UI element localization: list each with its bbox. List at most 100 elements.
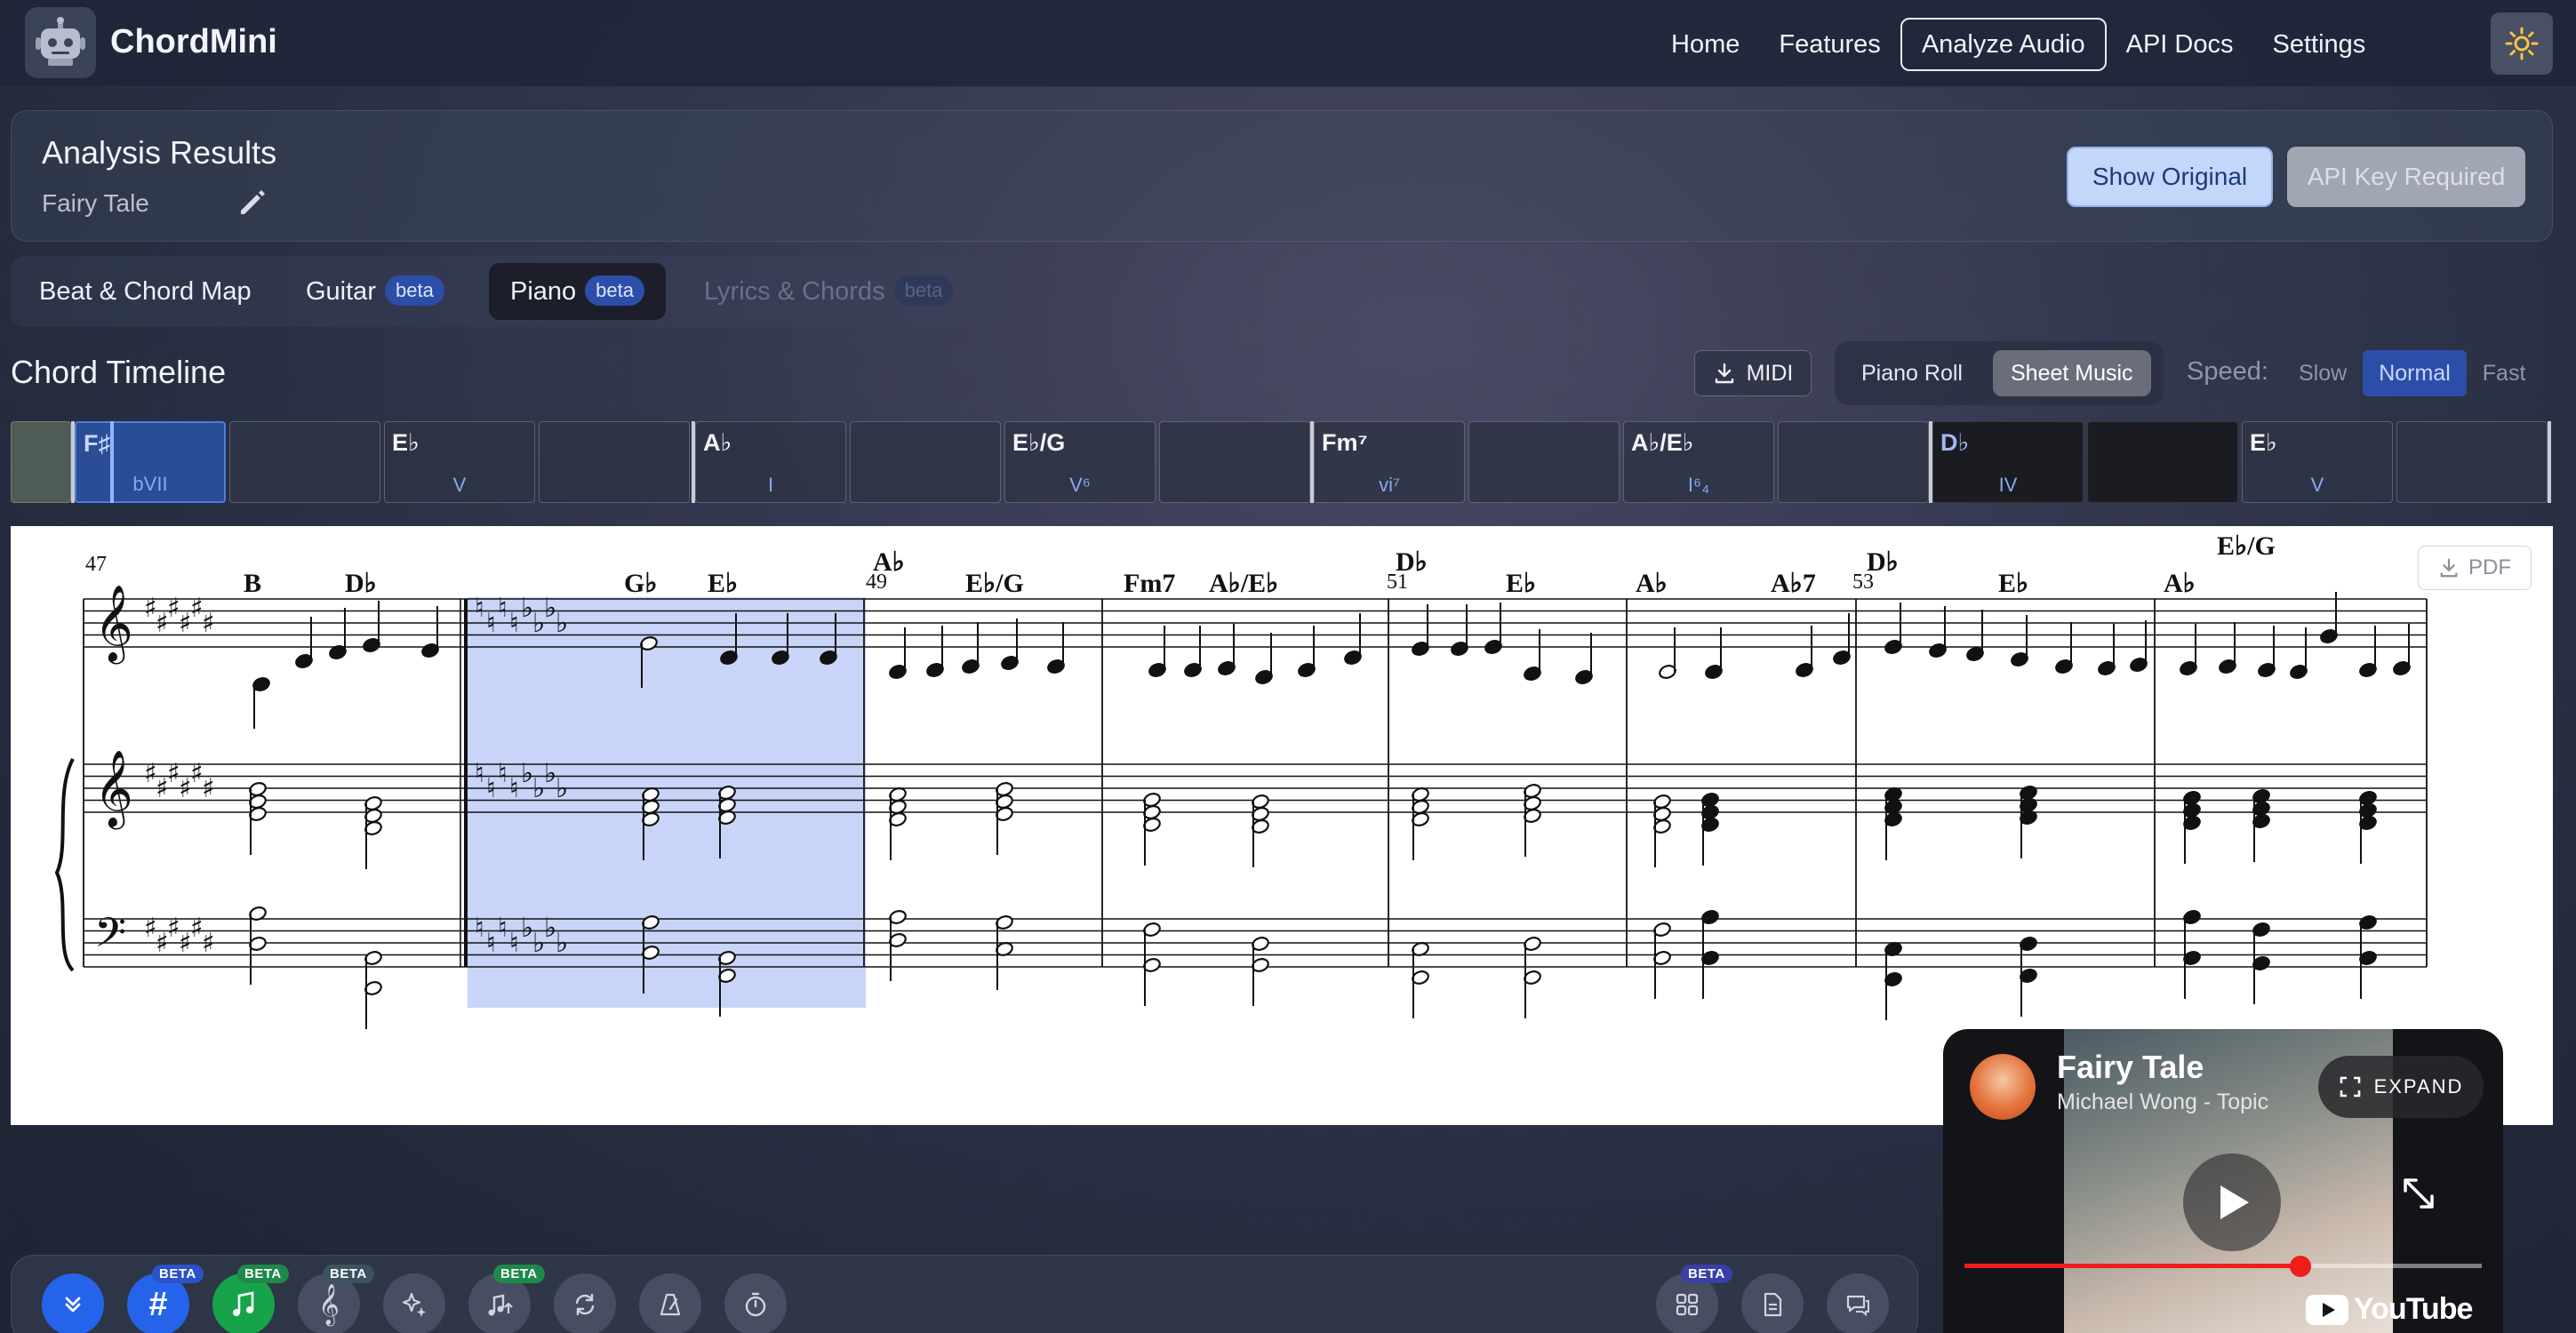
- chord-cell[interactable]: [1778, 421, 1929, 503]
- download-icon: [2440, 558, 2458, 578]
- app-name[interactable]: ChordMini: [110, 23, 277, 61]
- chord-cell[interactable]: E♭ V: [384, 421, 535, 503]
- chord-cell[interactable]: [1468, 421, 1620, 503]
- tab-beat-chord-map[interactable]: Beat & Chord Map: [18, 263, 273, 320]
- roman-numeral: I⁶₄: [1687, 474, 1710, 496]
- roman-numeral: I: [767, 474, 774, 496]
- pencil-icon[interactable]: [234, 184, 269, 220]
- chord-symbol: D♭: [1396, 547, 1428, 577]
- roman-numeral: V: [452, 474, 467, 496]
- expand-button[interactable]: EXPAND: [2318, 1056, 2484, 1118]
- chord-cell[interactable]: D♭ IV: [1932, 421, 2084, 503]
- chord-cell-current[interactable]: F♯ bVII: [75, 421, 226, 503]
- chord-cell[interactable]: [229, 421, 380, 503]
- chord-cell[interactable]: A♭ I: [695, 421, 846, 503]
- chat-button[interactable]: [1827, 1273, 1889, 1333]
- results-title: Analysis Results: [42, 134, 277, 171]
- roman-numeral: V: [2310, 474, 2324, 496]
- key-change-natural: ♮: [509, 773, 519, 804]
- chord-cell[interactable]: [850, 421, 1001, 503]
- chord-cell[interactable]: E♭/G V⁶: [1004, 421, 1156, 503]
- pitch-shift-button[interactable]: BETA: [468, 1265, 545, 1333]
- beta-badge: BETA: [1681, 1265, 1732, 1283]
- video-progress-bar[interactable]: [1964, 1256, 2482, 1277]
- collapse-button[interactable]: [42, 1273, 104, 1333]
- chord-name: E♭: [392, 429, 420, 456]
- top-navigation-bar: ChordMini Home Features Analyze Audio AP…: [0, 0, 2576, 87]
- timer-button[interactable]: [724, 1273, 787, 1333]
- key-change-natural: ♮: [475, 913, 484, 944]
- chord-symbol: E♭/G: [2217, 531, 2276, 561]
- robot-logo-icon[interactable]: [25, 7, 96, 78]
- chord-cell[interactable]: [2087, 421, 2238, 503]
- document-button[interactable]: [1741, 1273, 1804, 1333]
- main-nav: Home Features Analyze Audio API Docs Set…: [1652, 18, 2385, 71]
- theme-toggle-button[interactable]: [2491, 12, 2553, 75]
- channel-avatar[interactable]: [1970, 1054, 2036, 1120]
- nav-api-docs[interactable]: API Docs: [2107, 18, 2253, 71]
- roman-numeral: bVII: [132, 473, 168, 495]
- api-key-required-button[interactable]: API Key Required: [2287, 147, 2525, 207]
- chord-symbol: A♭7: [1771, 569, 1816, 598]
- sheet-music-tool-button[interactable]: 𝄞 BETA: [298, 1265, 374, 1333]
- key-signature-sharp: ♯: [202, 773, 215, 804]
- key-change-natural: ♮: [475, 593, 484, 624]
- grid-view-button[interactable]: BETA: [1656, 1265, 1732, 1333]
- nav-features[interactable]: Features: [1759, 18, 1900, 71]
- sheet-music-button[interactable]: Sheet Music: [1993, 350, 2151, 396]
- tab-label: Piano: [510, 277, 577, 306]
- youtube-mini-player[interactable]: Fairy Tale Michael Wong - Topic EXPAND Y…: [1943, 1029, 2503, 1333]
- key-change-natural: ♮: [509, 928, 519, 959]
- beta-badge: BETA: [493, 1265, 545, 1283]
- tab-lyrics-chords[interactable]: Lyrics & Chords beta: [683, 263, 974, 320]
- ai-assist-button[interactable]: [383, 1273, 445, 1333]
- loop-button[interactable]: [554, 1273, 616, 1333]
- chord-timeline-title: Chord Timeline: [11, 354, 227, 390]
- grid-icon: [1676, 1293, 1699, 1316]
- speed-normal-button[interactable]: Normal: [2363, 350, 2467, 396]
- metronome-button[interactable]: [639, 1273, 701, 1333]
- chord-cell[interactable]: [2396, 421, 2548, 503]
- speed-slow-button[interactable]: Slow: [2283, 350, 2363, 396]
- chord-cell[interactable]: A♭/E♭ I⁶₄: [1623, 421, 1774, 503]
- key-change-flat: ♭: [556, 608, 568, 639]
- key-signature-sharp: ♯: [202, 608, 215, 639]
- piano-roll-button[interactable]: Piano Roll: [1844, 350, 1980, 396]
- tab-piano[interactable]: Piano beta: [489, 263, 666, 320]
- beta-badge: beta: [893, 275, 954, 307]
- speed-fast-button[interactable]: Fast: [2467, 350, 2542, 396]
- nav-settings[interactable]: Settings: [2253, 18, 2386, 71]
- nav-analyze-audio[interactable]: Analyze Audio: [1900, 18, 2107, 71]
- chord-symbol: E♭: [1506, 569, 1536, 598]
- pdf-download-button[interactable]: PDF: [2418, 546, 2532, 590]
- chord-name: E♭/G: [1012, 429, 1066, 456]
- video-channel[interactable]: Michael Wong - Topic: [2057, 1090, 2268, 1115]
- tab-guitar[interactable]: Guitar beta: [284, 263, 466, 320]
- chord-cell[interactable]: [1159, 421, 1310, 503]
- play-button[interactable]: [2183, 1153, 2281, 1251]
- roman-numerals-button[interactable]: # BETA: [127, 1265, 204, 1333]
- video-title[interactable]: Fairy Tale: [2057, 1049, 2204, 1086]
- key-change-flat: ♭: [556, 773, 568, 804]
- bottom-toolbar: # BETA BETA 𝄞 BETA BETA BETA: [11, 1255, 1918, 1333]
- chord-cell[interactable]: [539, 421, 690, 503]
- roman-numeral: V⁶: [1069, 474, 1091, 496]
- music-notes-button[interactable]: BETA: [212, 1265, 289, 1333]
- document-icon: [1764, 1292, 1782, 1317]
- tab-label: Beat & Chord Map: [39, 277, 252, 306]
- chord-cell[interactable]: E♭ V: [2242, 421, 2393, 503]
- midi-download-button[interactable]: MIDI: [1694, 350, 1812, 396]
- chord-cell[interactable]: [11, 421, 71, 503]
- chord-cell[interactable]: Fm⁷ vi⁷: [1314, 421, 1465, 503]
- beta-badge: beta: [384, 275, 444, 307]
- show-original-button[interactable]: Show Original: [2067, 147, 2273, 207]
- key-change-natural: ♮: [486, 928, 496, 959]
- youtube-logo[interactable]: YouTube: [2306, 1292, 2473, 1327]
- nav-home[interactable]: Home: [1652, 18, 1759, 71]
- bar-divider: [692, 421, 695, 503]
- beta-badge: beta: [585, 275, 644, 307]
- treble-clef-icon: 𝄞: [318, 1284, 340, 1325]
- speed-label: Speed:: [2187, 357, 2268, 386]
- fullscreen-icon[interactable]: [2396, 1171, 2441, 1216]
- tab-label: Lyrics & Chords: [704, 277, 885, 306]
